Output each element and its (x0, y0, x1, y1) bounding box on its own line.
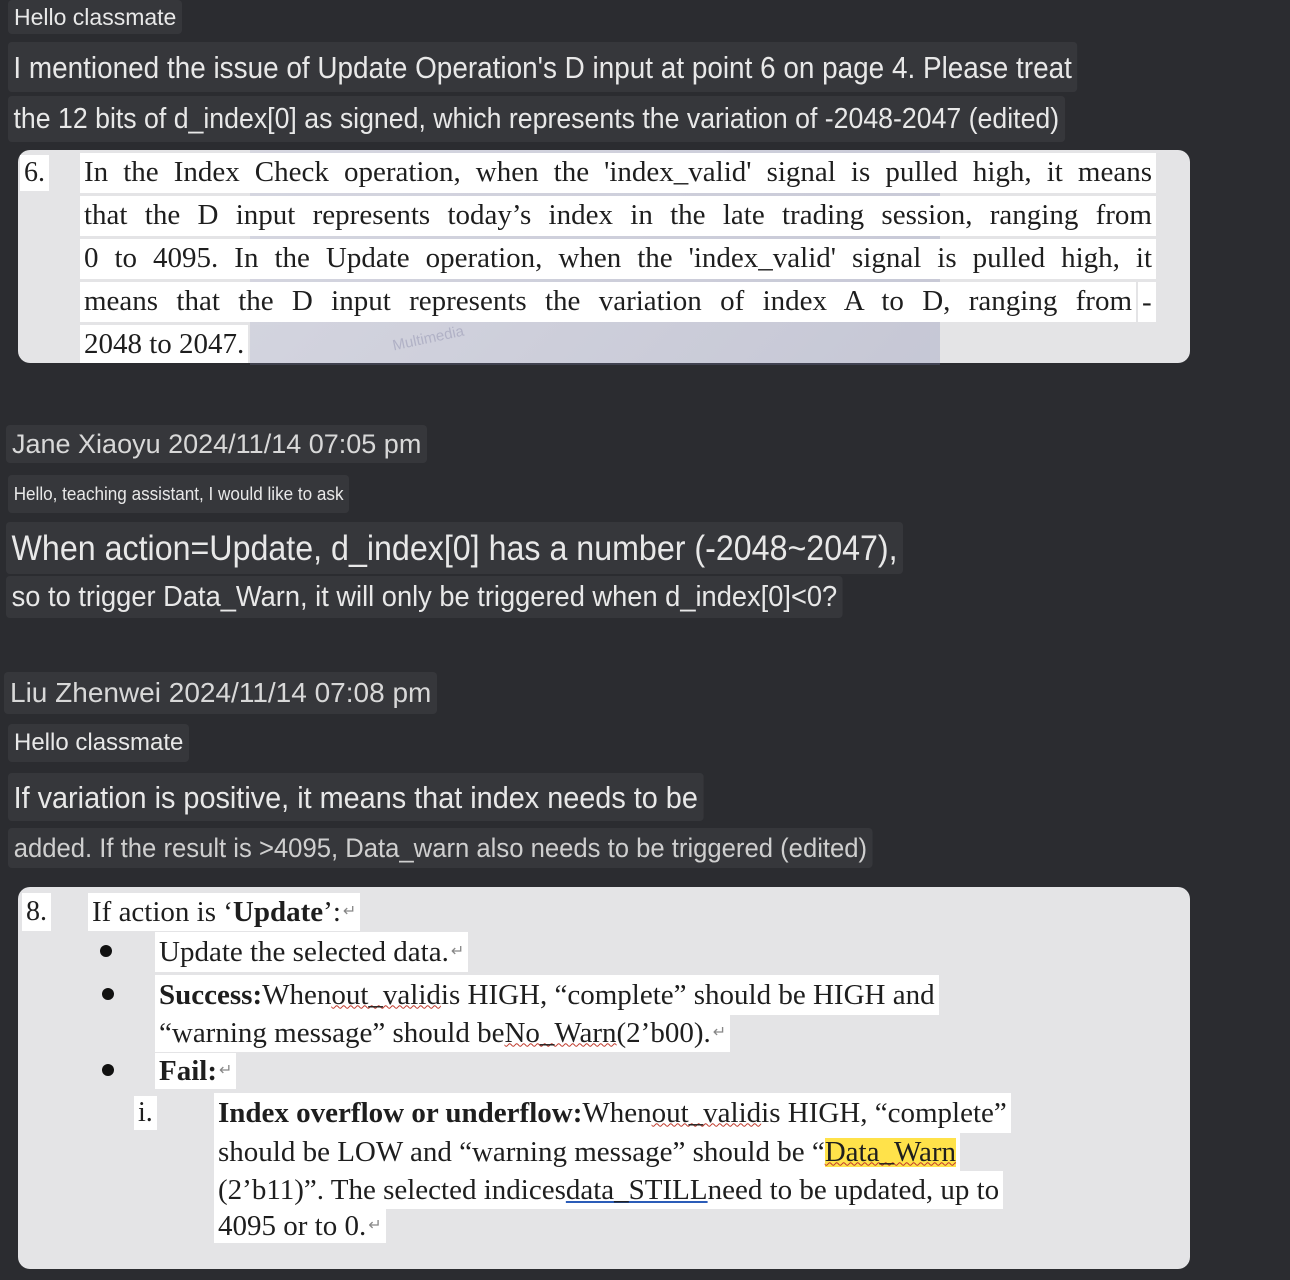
message-text: Hello, teaching assistant, I would like … (8, 475, 350, 513)
doc-sub-text: 4095 or to 0. ↵ (214, 1209, 386, 1243)
message-text: When action=Update, d_index[0] has a num… (6, 522, 904, 574)
paragraph-mark-icon: ↵ (368, 1217, 382, 1234)
doc-heading: If action is ‘Update’: ↵ (88, 893, 361, 931)
doc-sub-text: Index overflow or underflow: When out_va… (214, 1093, 1011, 1133)
doc-line: In the Index Check operation, when the '… (80, 153, 1156, 193)
point-number: 6. (20, 155, 49, 191)
doc-bullet-text: Fail: ↵ (155, 1053, 237, 1089)
bullet-icon (102, 1064, 114, 1076)
message-text: Hello classmate (8, 724, 190, 762)
bullet-icon (100, 945, 112, 957)
paragraph-mark-icon: ↵ (342, 903, 357, 920)
doc-dash: - (1138, 282, 1156, 322)
doc-line: that the D input represents today’s inde… (80, 196, 1156, 236)
bullet-icon (102, 988, 114, 1000)
doc-sub-text: should be LOW and “warning message” shou… (214, 1133, 961, 1171)
greeting-text: Hello classmate (8, 0, 183, 34)
message-line: the 12 bits of d_index[0] as signed, whi… (8, 96, 1065, 142)
sub-item-number: i. (134, 1096, 157, 1130)
highlighted-term: Data_Warn (824, 1135, 957, 1168)
message-author-header: Jane Xiaoyu 2024/11/14 07:05 pm (6, 425, 428, 463)
message-line: I mentioned the issue of Update Operatio… (8, 42, 1078, 92)
doc-bullet-text: Update the selected data. ↵ (155, 932, 469, 972)
doc-bullet-text: Success: When out_valid is HIGH, “comple… (155, 975, 939, 1015)
paragraph-mark-icon: ↵ (219, 1062, 233, 1079)
message-text: added. If the result is >4095, Data_warn… (8, 828, 873, 868)
doc-bullet-text: “warning message” should be No_Warn (2’b… (155, 1014, 731, 1052)
message-text: so to trigger Data_Warn, it will only be… (6, 576, 843, 618)
doc-sub-text: (2’b11)”. The selected indices data_STIL… (214, 1171, 1004, 1209)
paragraph-mark-icon: ↵ (712, 1024, 727, 1041)
doc-line: means that the D input represents the va… (80, 282, 1136, 322)
message-text: If variation is positive, it means that … (8, 773, 704, 821)
point-number: 8. (22, 893, 51, 931)
paragraph-mark-icon: ↵ (450, 943, 465, 960)
message-author-header: Liu Zhenwei 2024/11/14 07:08 pm (4, 672, 438, 714)
doc-line: 2048 to 2047. (80, 325, 249, 363)
doc-line: 0 to 4095. In the Update operation, when… (80, 239, 1156, 279)
